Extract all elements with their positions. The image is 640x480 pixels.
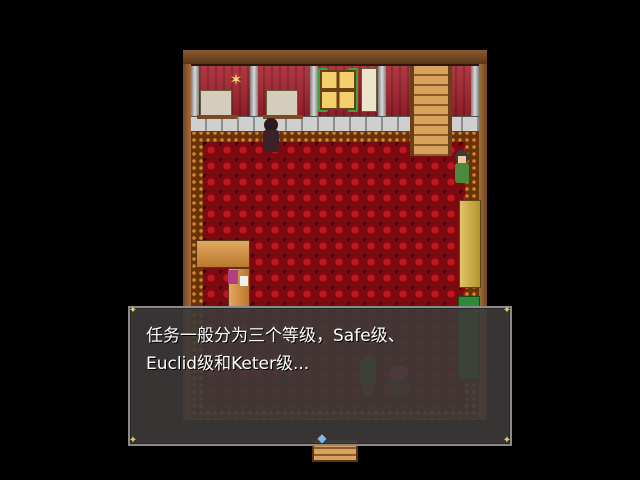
character-body — [455, 163, 469, 183]
wall-pillar — [378, 64, 386, 116]
wall-pillar — [471, 64, 479, 116]
counter — [459, 200, 481, 288]
wall-pillar — [310, 64, 318, 116]
desk — [196, 240, 250, 268]
corner-ornament-icon: ✦ — [502, 435, 512, 446]
staircase — [410, 66, 452, 156]
npc-character — [452, 150, 472, 184]
player-character — [261, 118, 281, 152]
corner-ornament-icon: ✦ — [128, 305, 138, 316]
message-window[interactable]: ✦ ✦ ✦ ✦ 任务一般分为三个等级，Safe级、 Euclid级和Keter级… — [128, 306, 512, 446]
hanging-scroll — [361, 68, 377, 112]
chandelier-icon: ✶ — [229, 70, 243, 89]
dialogue-line-1: 任务一般分为三个等级，Safe级、 — [146, 326, 405, 346]
dialogue-line-2: Euclid级和Keter级... — [146, 354, 310, 374]
character-body — [263, 130, 279, 152]
papers — [240, 276, 248, 286]
wall-pillar — [191, 64, 199, 116]
book — [228, 270, 238, 284]
character-face — [458, 156, 466, 163]
dialogue-text: 任务一般分为三个等级，Safe级、 Euclid级和Keter级... — [146, 322, 496, 378]
window — [320, 70, 356, 110]
display-shelf — [197, 90, 237, 119]
game-screen: ✶ ✦ ✦ ✦ ✦ 任务一般分为三个等级，Safe级、 Euclid级和Kete… — [0, 0, 640, 480]
continue-cursor-icon[interactable]: ◆ — [316, 432, 328, 444]
corner-ornament-icon: ✦ — [502, 305, 512, 316]
corner-ornament-icon: ✦ — [128, 435, 138, 446]
ceiling-trim — [183, 50, 487, 66]
display-shelf — [263, 90, 303, 119]
wall-pillar — [250, 64, 258, 116]
